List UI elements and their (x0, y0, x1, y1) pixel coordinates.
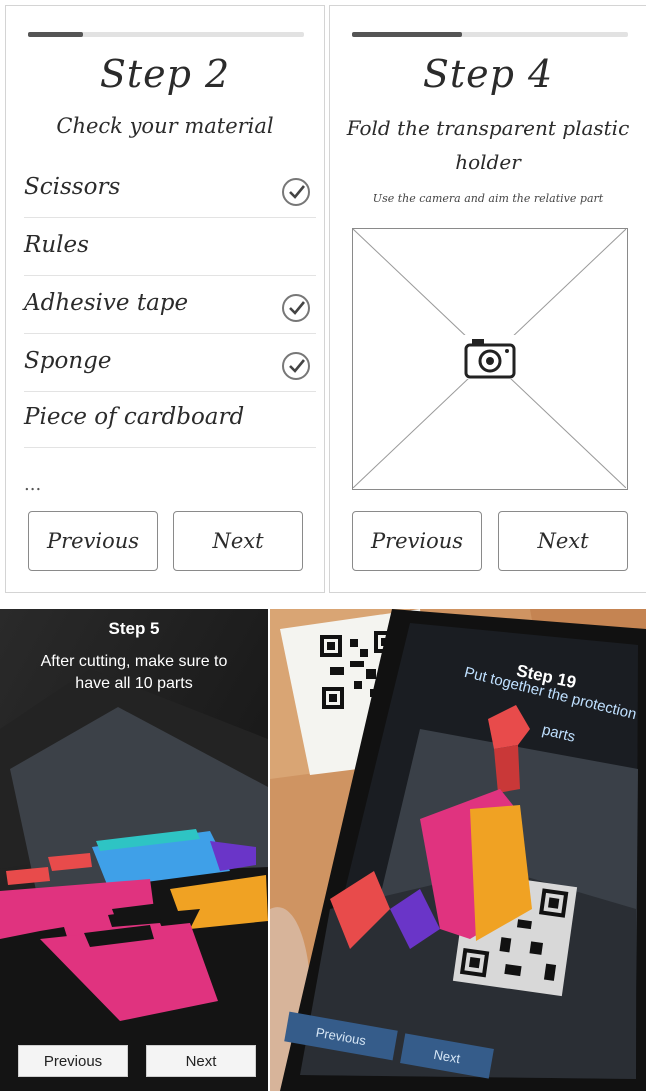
camera-hint: Use the camera and aim the relative part (372, 192, 604, 205)
next-button[interactable]: Next (146, 1045, 256, 1077)
camera-icon[interactable] (463, 335, 517, 379)
step-instruction-line1: After cutting, make sure to (40, 653, 228, 670)
step2-panel: Step 2 Check your material Scissors Rule… (5, 5, 325, 593)
step-title: Step 2 (99, 52, 231, 96)
material-label: Piece of cardboard (24, 404, 245, 430)
progress-bar (28, 32, 304, 37)
material-item-adhesive-tape[interactable]: Adhesive tape (24, 278, 316, 334)
step-instruction-line2: have all 10 parts (75, 675, 193, 692)
progress-fill (352, 32, 463, 37)
material-label: Rules (24, 232, 89, 258)
material-item-rules[interactable]: Rules (24, 220, 316, 276)
step-title: Step 5 (108, 619, 160, 638)
step4-panel: Step 4 Fold the transparent plastic hold… (329, 5, 646, 593)
step-subtitle-line2: holder (455, 150, 521, 174)
previous-button[interactable]: Previous (18, 1045, 128, 1077)
previous-button[interactable]: Previous (28, 511, 158, 571)
material-label: Scissors (24, 174, 121, 200)
progress-bar (352, 32, 628, 37)
previous-button[interactable]: Previous (352, 511, 482, 571)
material-item-scissors[interactable]: Scissors (24, 162, 316, 218)
check-icon[interactable] (282, 352, 310, 380)
material-item-sponge[interactable]: Sponge (24, 336, 316, 392)
material-item-cardboard[interactable]: Piece of cardboard (24, 392, 316, 448)
step5-ar-panel: Step 5 After cutting, make sure to have … (0, 609, 268, 1091)
step-subtitle-line1: Fold the transparent plastic (346, 116, 630, 140)
material-label: Adhesive tape (24, 290, 189, 316)
next-button[interactable]: Next (498, 511, 628, 571)
camera-viewfinder[interactable] (352, 228, 628, 490)
progress-fill (28, 32, 84, 37)
check-icon[interactable] (282, 294, 310, 322)
material-label: Sponge (24, 348, 112, 374)
more-items-ellipsis: ... (24, 474, 42, 495)
check-icon[interactable] (282, 178, 310, 206)
step19-photo-panel: Step 19 Put together the protection part… (270, 609, 646, 1091)
next-button[interactable]: Next (173, 511, 303, 571)
step-subtitle: Check your material (56, 114, 274, 138)
step-title: Step 4 (422, 52, 554, 96)
